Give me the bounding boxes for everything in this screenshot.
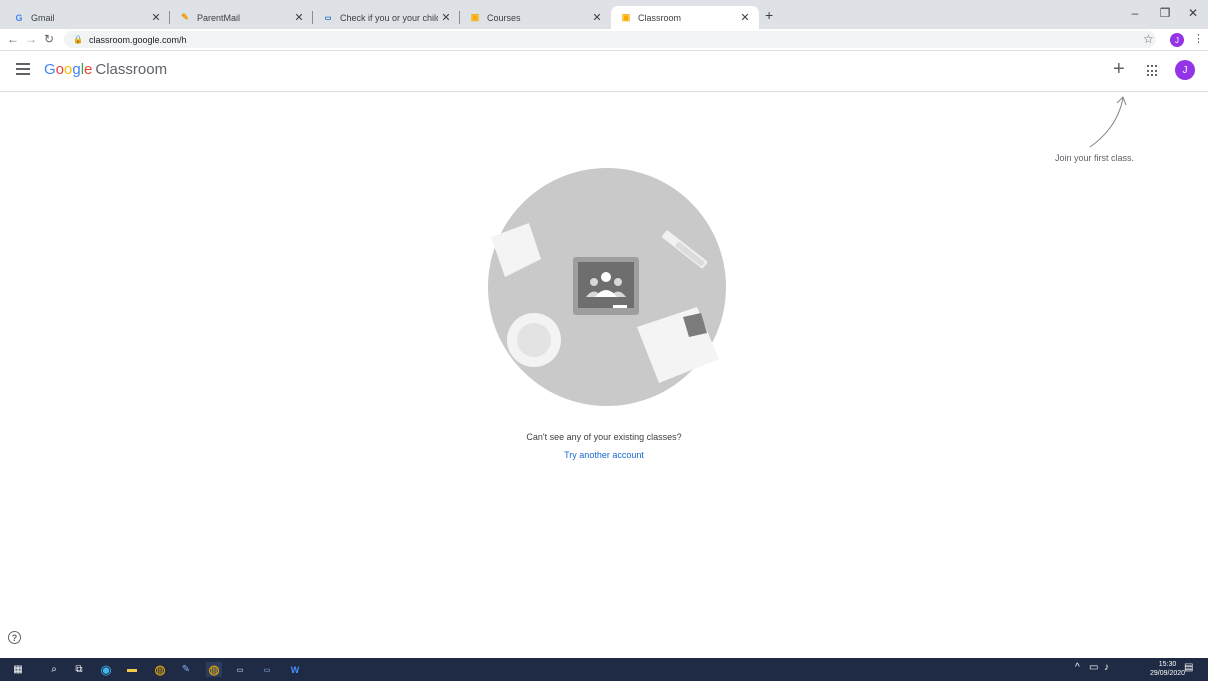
tab-title: Gmail (31, 12, 55, 23)
classroom-icon: ▣ (621, 12, 631, 22)
try-another-account-link[interactable]: Try another account (0, 450, 1208, 460)
close-icon[interactable]: ✕ (291, 11, 307, 24)
tab-classroom[interactable]: ▣ Classroom ✕ (611, 6, 759, 29)
parentmail-icon: ✎ (181, 12, 189, 22)
url-text: classroom.google.com/h (88, 34, 187, 45)
tray-chevron-icon[interactable]: ^ (1075, 662, 1080, 673)
tab-title: Courses (487, 12, 521, 23)
reload-icon[interactable]: ↻ (42, 32, 56, 46)
windows-start-icon[interactable]: ▦ (10, 662, 26, 677)
task-view-icon[interactable]: ⧉ (71, 662, 87, 677)
close-window-icon[interactable]: ✕ (1186, 6, 1200, 20)
sims-icon[interactable]: ▭ (232, 662, 248, 677)
browser-menu-icon[interactable]: ⋮ (1193, 32, 1204, 45)
product-name: Classroom (95, 61, 168, 78)
forward-icon[interactable]: → (24, 32, 38, 46)
account-avatar[interactable]: J (1175, 60, 1195, 80)
edge-icon[interactable]: ◉ (98, 662, 114, 677)
back-icon[interactable]: ← (6, 32, 20, 46)
browser-profile-avatar[interactable]: J (1170, 33, 1184, 47)
network-icon[interactable]: ▭ (1089, 662, 1098, 673)
restore-icon[interactable]: ❐ (1158, 6, 1172, 20)
word-icon[interactable]: W (287, 662, 303, 677)
search-icon[interactable]: ⌕ (46, 662, 62, 677)
brand-logo[interactable]: Google Classroom (44, 61, 167, 78)
clock-time: 15:30 (1158, 661, 1177, 668)
address-toolbar: ← → ↻ 🔒 classroom.google.com/h ☆ J ⋮ (0, 29, 1208, 51)
join-first-class-hint: Join your first class. (1055, 153, 1135, 163)
nhs-icon: ▭ (324, 14, 332, 22)
chrome-active-icon[interactable]: ◍ (206, 662, 222, 677)
file-explorer-icon[interactable]: ▬ (124, 662, 140, 677)
volume-icon[interactable]: ♪ (1104, 662, 1109, 673)
system-clock[interactable]: 15:30 29/09/2020 (1150, 660, 1185, 678)
close-icon[interactable]: ✕ (148, 11, 164, 24)
clock-date: 29/09/2020 (1150, 670, 1186, 677)
classroom-icon: ▣ (470, 12, 480, 22)
fms-icon[interactable]: ▭ (259, 662, 275, 677)
close-icon[interactable]: ✕ (589, 11, 605, 24)
no-classes-message: Can't see any of your existing classes? (526, 432, 682, 442)
tab-title: Check if you or your child has co (340, 12, 438, 23)
app-header: Google Classroom + J (0, 52, 1208, 92)
close-icon[interactable]: ✕ (737, 11, 753, 24)
lock-icon[interactable]: 🔒 (73, 35, 83, 44)
google-apps-icon[interactable] (1147, 65, 1159, 77)
empty-classroom-illustration (488, 168, 726, 406)
google-wordmark: Google (44, 61, 93, 78)
join-create-class-button[interactable]: + (1113, 58, 1125, 81)
close-icon[interactable]: ✕ (438, 11, 454, 24)
notifications-icon[interactable]: ▤ (1184, 662, 1193, 673)
windows-taskbar: ▦ ⌕ ⧉ ◉ ▬ ◍ ✎ ◍ ▭ ▭ W ^ ▭ ♪ 15:30 29/09/… (0, 658, 1208, 681)
tab-courses[interactable]: ▣ Courses ✕ (460, 6, 611, 29)
tab-nhs[interactable]: ▭ Check if you or your child has co ✕ (313, 6, 460, 29)
chrome-icon[interactable]: ◍ (152, 662, 168, 677)
app-icon[interactable]: ✎ (178, 662, 194, 677)
browser-tab-strip: G Gmail ✕ ✎ ParentMail ✕ ▭ Check if you … (0, 0, 1208, 29)
hint-arrow-icon (1089, 96, 1127, 148)
help-icon[interactable]: ? (8, 631, 21, 644)
minimize-icon[interactable]: – (1128, 6, 1142, 20)
new-tab-button[interactable]: + (765, 7, 773, 23)
tab-parentmail[interactable]: ✎ ParentMail ✕ (170, 6, 313, 29)
gmail-icon: G (15, 12, 23, 23)
tab-title: Classroom (638, 12, 682, 23)
address-bar[interactable]: 🔒 classroom.google.com/h (64, 31, 1156, 48)
tab-title: ParentMail (197, 12, 241, 23)
bookmark-star-icon[interactable]: ☆ (1143, 32, 1154, 46)
tab-gmail[interactable]: G Gmail ✕ (4, 6, 170, 29)
main-menu-icon[interactable] (16, 63, 30, 75)
